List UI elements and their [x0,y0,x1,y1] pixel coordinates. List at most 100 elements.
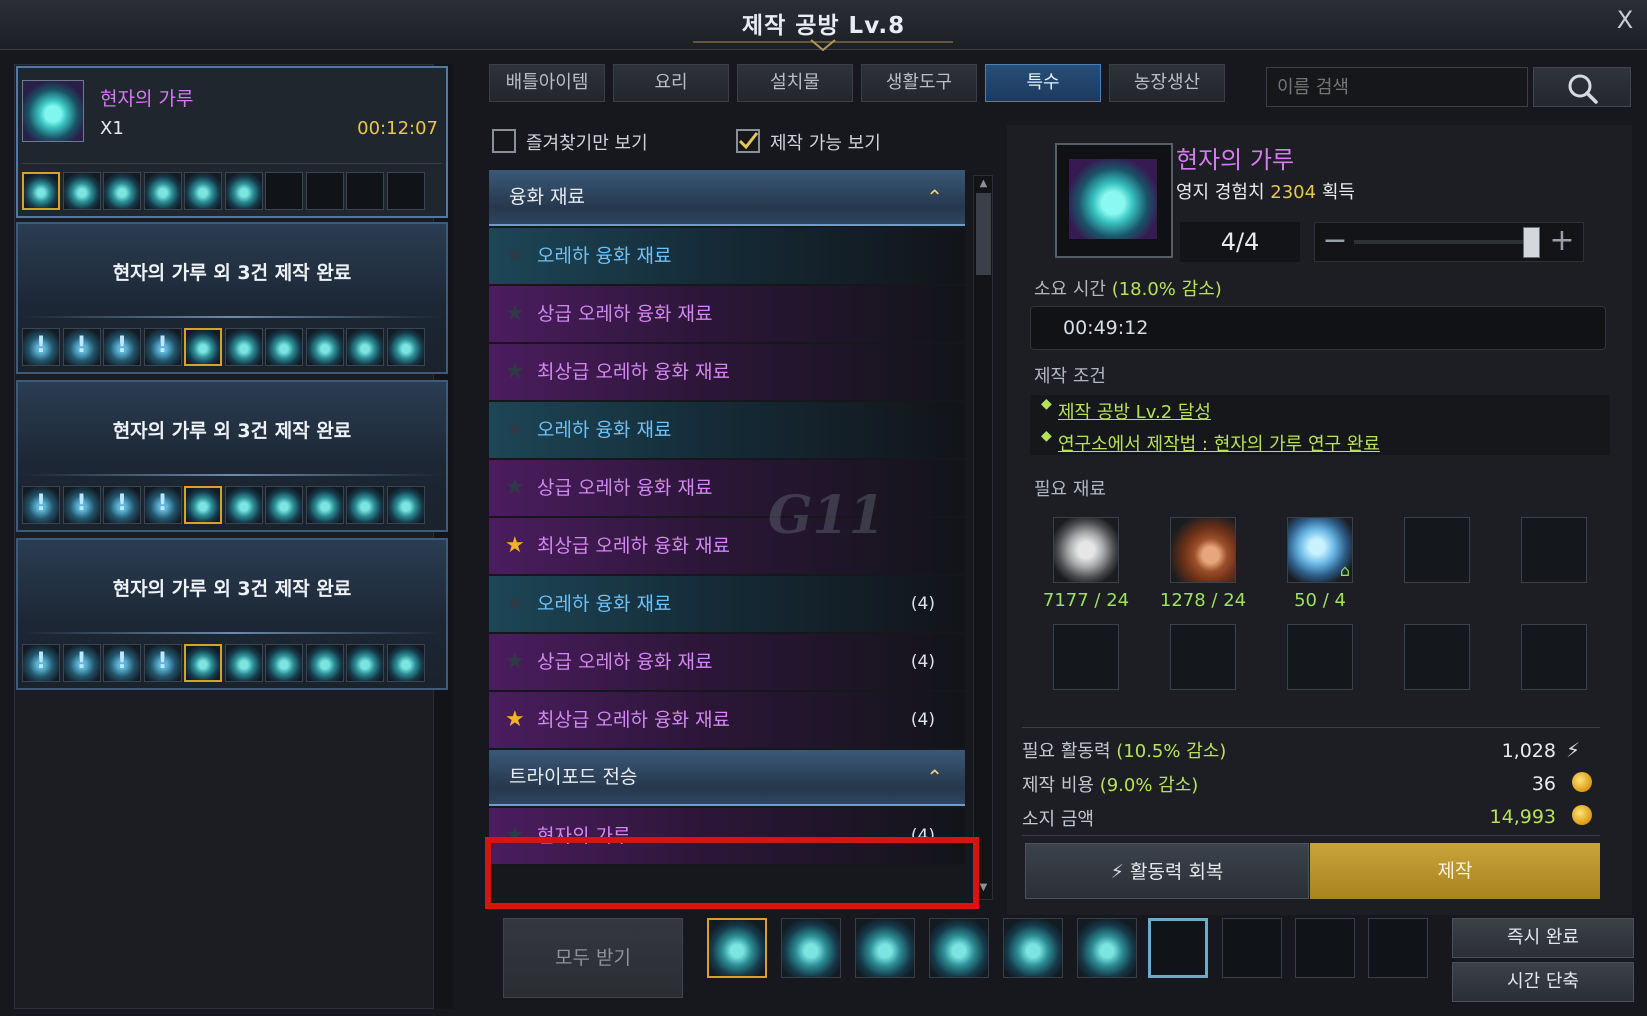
favorite-star-icon[interactable]: ★ [505,518,525,574]
favorite-star-icon[interactable]: ★ [505,576,525,632]
item-slot[interactable] [305,486,344,524]
item-slot[interactable] [346,328,384,366]
slider-thumb[interactable] [1523,227,1540,258]
craftable-count: (4) [910,710,935,730]
item-slot[interactable] [265,328,303,366]
item-slot[interactable] [224,328,263,366]
queue-slot[interactable] [1077,918,1137,978]
queue-slot-empty-next[interactable] [1148,918,1208,978]
item-slot[interactable] [224,172,263,210]
tab-cooking[interactable]: 요리 [613,64,729,102]
tab-life-tools[interactable]: 생활도구 [861,64,977,102]
item-slot[interactable] [184,328,222,366]
empty-slot [305,172,344,210]
completed-card-3-title: 현자의 가루 외 3건 제작 완료 [112,578,352,600]
queue-slot[interactable] [707,918,767,978]
close-button[interactable]: X [1610,6,1640,40]
item-slot[interactable] [103,172,141,210]
collapse-chevron-icon[interactable]: ⌃ [926,750,943,804]
item-slot[interactable] [224,486,263,524]
item-slot[interactable]: ! [143,328,182,366]
item-slot[interactable]: ! [62,644,101,682]
item-slot[interactable]: ! [22,486,60,524]
recipe-row[interactable]: ★ 최상급 오레하 융화 재료 (4) [489,692,965,750]
receive-all-button[interactable]: 모두 받기 [503,918,683,998]
gold-coin-icon [1572,772,1592,792]
item-slot[interactable] [386,486,425,524]
favorite-star-icon[interactable]: ★ [505,286,525,342]
collapse-chevron-icon[interactable]: ⌃ [926,170,943,224]
slider-track[interactable] [1354,240,1534,244]
queue-slot[interactable] [855,918,915,978]
item-slot[interactable] [224,644,263,682]
item-slot[interactable] [386,644,425,682]
favorite-star-icon[interactable]: ★ [505,402,525,458]
favorite-star-icon[interactable]: ★ [505,692,525,748]
item-slot[interactable] [184,486,222,524]
energy-reduction: (10.5% 감소) [1116,741,1227,762]
condition-1[interactable]: 제작 공방 Lv.2 달성 [1058,398,1211,424]
item-slot[interactable] [305,644,344,682]
shorten-time-button[interactable]: 시간 단축 [1452,962,1634,1002]
name-search-input[interactable] [1266,67,1528,107]
plus-icon[interactable]: + [1543,223,1581,261]
item-slot[interactable]: ! [62,328,101,366]
timber-icon[interactable] [1170,517,1236,583]
item-slot[interactable] [305,328,344,366]
tab-battle-items[interactable]: 배틀아이템 [489,64,605,102]
favorite-star-icon[interactable]: ★ [505,634,525,690]
cost-line: 제작 비용 (9.0% 감소) [1022,771,1198,797]
condition-2[interactable]: 연구소에서 제작법 : 현자의 가루 연구 완료 [1058,430,1380,456]
recipe-list-scrollbar[interactable] [973,175,993,900]
item-slot[interactable]: ! [143,486,182,524]
craft-button[interactable]: 제작 [1310,843,1600,899]
recipe-row[interactable]: ★ 오레하 융화 재료 (4) [489,576,965,634]
favorite-star-icon[interactable]: ★ [505,344,525,400]
item-slot[interactable]: ! [143,644,182,682]
item-slot[interactable] [143,172,182,210]
tab-farm-production[interactable]: 농장생산 [1109,64,1225,102]
search-button[interactable] [1533,67,1631,107]
category-header[interactable]: 융화 재료 ⌃ [489,170,965,226]
item-slot[interactable] [265,486,303,524]
recover-energy-button[interactable]: ⚡ 활동력 회복 [1025,843,1309,899]
item-slot[interactable]: ! [22,328,60,366]
item-slot[interactable] [22,172,60,210]
item-slot[interactable] [346,644,384,682]
recipe-row[interactable]: ★ 상급 오레하 융화 재료 (4) [489,634,965,692]
item-slot[interactable]: ! [103,486,141,524]
recipe-row[interactable]: ★ 최상급 오레하 융화 재료 [489,518,965,576]
queue-slot[interactable] [781,918,841,978]
recipe-row[interactable]: ★ 상급 오레하 융화 재료 [489,286,965,344]
item-slot[interactable]: ! [103,328,141,366]
ore-icon[interactable] [1053,517,1119,583]
instant-complete-button[interactable]: 즉시 완료 [1452,918,1634,958]
item-slot[interactable] [386,328,425,366]
craftable-only-checkbox[interactable] [736,129,760,153]
recipe-row[interactable]: ★ 최상급 오레하 융화 재료 [489,344,965,402]
item-slot[interactable] [346,486,384,524]
recipe-row[interactable]: ★ 상급 오레하 융화 재료 [489,460,965,518]
item-slot[interactable]: ! [103,644,141,682]
item-slot[interactable] [184,644,222,682]
favorite-star-icon[interactable]: ★ [505,228,525,284]
scroll-up-icon[interactable]: ▲ [976,178,991,192]
item-slot[interactable] [62,172,101,210]
recipe-row[interactable]: ★ 오레하 융화 재료 [489,228,965,286]
item-slot[interactable] [265,644,303,682]
crystal-icon[interactable]: ⌂ [1287,517,1353,583]
queue-slot[interactable] [929,918,989,978]
minus-icon[interactable]: − [1316,223,1354,261]
scrollbar-thumb[interactable] [976,193,991,275]
item-slot[interactable]: ! [62,486,101,524]
queue-slot[interactable] [1003,918,1063,978]
recipe-row[interactable]: ★ 오레하 융화 재료 [489,402,965,460]
tab-special[interactable]: 특수 [985,64,1101,102]
item-slot[interactable] [184,172,222,210]
favorites-only-checkbox[interactable] [492,129,516,153]
tab-installables[interactable]: 설치물 [737,64,853,102]
item-slot[interactable]: ! [22,644,60,682]
category-header[interactable]: 트라이포드 전승 ⌃ [489,750,965,806]
alert-icon: ! [116,649,128,674]
favorite-star-icon[interactable]: ★ [505,460,525,516]
